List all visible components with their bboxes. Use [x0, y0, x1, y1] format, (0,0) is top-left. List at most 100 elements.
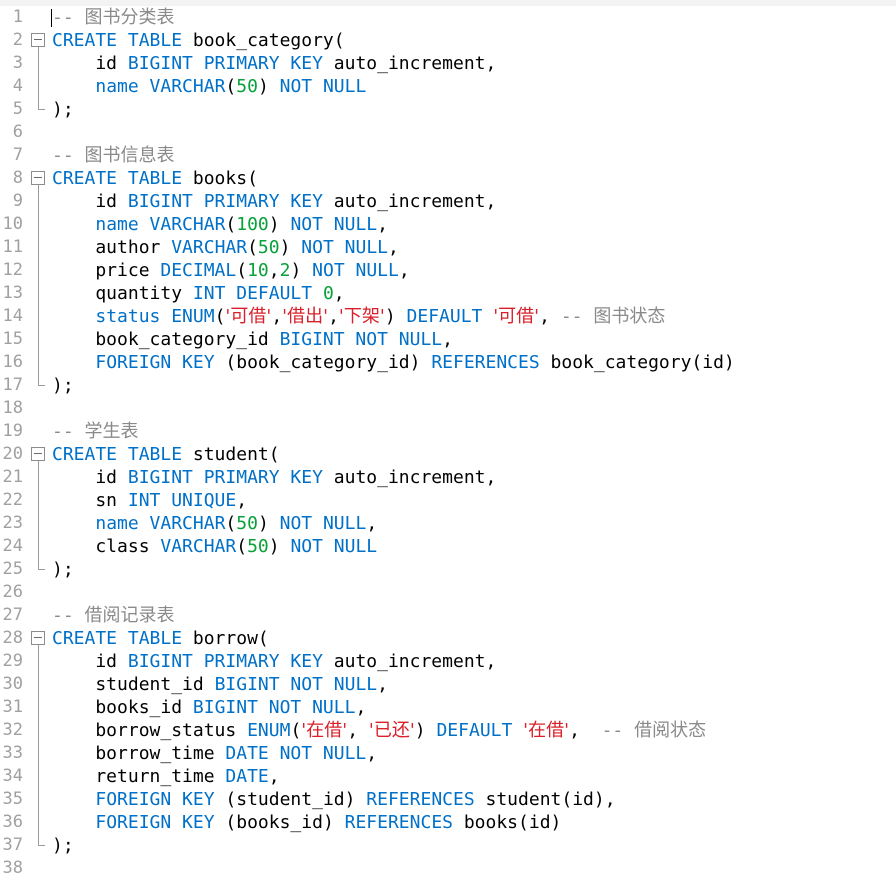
line-number: 6 — [12, 122, 23, 142]
identifier-token: books(id) — [453, 812, 562, 833]
keyword-token: DECIMAL — [160, 260, 237, 281]
code-text: -- 借阅记录表 — [52, 604, 175, 627]
keyword-token: NOT NULL — [312, 260, 399, 281]
keyword-token: INT DEFAULT — [192, 283, 313, 304]
code-line[interactable]: 25); — [0, 558, 896, 581]
code-line[interactable]: 2 CREATE TABLE book_category( — [0, 29, 896, 52]
fold-collapse-icon[interactable] — [30, 29, 46, 52]
comment-token: -- 学生表 — [52, 421, 139, 442]
code-line[interactable]: 12 price DECIMAL(10,2) NOT NULL, — [0, 259, 896, 282]
code-line[interactable]: 7 -- 图书信息表 — [0, 144, 896, 167]
identifier-token — [512, 720, 523, 741]
code-line[interactable]: 9 id BIGINT PRIMARY KEY auto_increment, — [0, 190, 896, 213]
identifier-token: auto_increment, — [322, 651, 497, 672]
code-line[interactable]: 23 name VARCHAR(50) NOT NULL, — [0, 512, 896, 535]
code-line[interactable]: 3 id BIGINT PRIMARY KEY auto_increment, — [0, 52, 896, 75]
code-text: ); — [52, 374, 74, 397]
line-number: 30 — [2, 674, 23, 694]
code-text: id BIGINT PRIMARY KEY auto_increment, — [52, 190, 496, 213]
fold-collapse-icon[interactable] — [30, 167, 46, 190]
identifier-token: ) — [290, 260, 313, 281]
code-text: return_time DATE, — [52, 765, 279, 788]
line-number: 35 — [2, 789, 23, 809]
code-line[interactable]: 11 author VARCHAR(50) NOT NULL, — [0, 236, 896, 259]
code-line[interactable]: 36 FOREIGN KEY (books_id) REFERENCES boo… — [0, 811, 896, 834]
fold-guide-line — [30, 259, 46, 282]
string-token: '在借' — [523, 720, 570, 741]
code-line[interactable]: 28 CREATE TABLE borrow( — [0, 627, 896, 650]
fold-collapse-icon[interactable] — [30, 443, 46, 466]
identifier-token: ) — [384, 306, 407, 327]
keyword-token: DEFAULT — [436, 720, 513, 741]
string-token: '在借' — [301, 720, 348, 741]
identifier-token: , — [388, 237, 399, 258]
code-text: status ENUM('可借','借出','下架') DEFAULT '可借'… — [52, 305, 665, 328]
code-line[interactable]: 35 FOREIGN KEY (student_id) REFERENCES s… — [0, 788, 896, 811]
fold-collapse-icon[interactable] — [30, 627, 46, 650]
identifier-token: ) — [414, 720, 437, 741]
identifier-token: ( — [225, 214, 237, 235]
identifier-token — [52, 789, 95, 810]
line-number: 2 — [12, 30, 23, 50]
identifier-token: , — [268, 260, 280, 281]
fold-guide-line — [30, 742, 46, 765]
code-line[interactable]: 6 — [0, 121, 896, 144]
line-number: 1 — [12, 7, 23, 27]
fold-guide-line — [30, 696, 46, 719]
keyword-token: DATE NOT NULL — [225, 743, 367, 764]
code-text: quantity INT DEFAULT 0, — [52, 282, 345, 305]
code-line[interactable]: 29 id BIGINT PRIMARY KEY auto_increment, — [0, 650, 896, 673]
code-line[interactable]: 32 borrow_status ENUM('在借', '已还') DEFAUL… — [0, 719, 896, 742]
code-line[interactable]: 17); — [0, 374, 896, 397]
code-line[interactable]: 21 id BIGINT PRIMARY KEY auto_increment, — [0, 466, 896, 489]
code-line[interactable]: 20 CREATE TABLE student( — [0, 443, 896, 466]
code-text: CREATE TABLE book_category( — [52, 29, 345, 52]
identifier-token: book_category(id) — [539, 352, 735, 373]
line-number: 11 — [2, 237, 23, 257]
code-line[interactable]: 34 return_time DATE, — [0, 765, 896, 788]
code-line[interactable]: 26 — [0, 581, 896, 604]
identifier-token: , — [333, 283, 345, 304]
code-line[interactable]: 31 books_id BIGINT NOT NULL, — [0, 696, 896, 719]
identifier-token: books_id — [52, 697, 193, 718]
code-line[interactable]: 8 CREATE TABLE books( — [0, 167, 896, 190]
fold-guide-line — [30, 489, 46, 512]
number-token: 50 — [236, 513, 258, 534]
code-line[interactable]: 19 -- 学生表 — [0, 420, 896, 443]
code-line[interactable]: 4 name VARCHAR(50) NOT NULL — [0, 75, 896, 98]
fold-guide-line — [30, 351, 46, 374]
code-editor[interactable]: 1 -- 图书分类表 2 CREATE TABLE book_category(3 i… — [0, 6, 896, 878]
code-line[interactable]: 24 class VARCHAR(50) NOT NULL — [0, 535, 896, 558]
code-line[interactable]: 16 FOREIGN KEY (book_category_id) REFERE… — [0, 351, 896, 374]
identifier-token: id — [52, 651, 128, 672]
code-text: price DECIMAL(10,2) NOT NULL, — [52, 259, 410, 282]
fold-guide-line — [30, 535, 46, 558]
code-line[interactable]: 18 — [0, 397, 896, 420]
comment-token: -- 图书状态 — [560, 306, 666, 327]
identifier-token: , — [398, 260, 410, 281]
fold-guide-line — [30, 213, 46, 236]
fold-guide-line — [30, 190, 46, 213]
code-line[interactable]: 5); — [0, 98, 896, 121]
code-line[interactable]: 1 -- 图书分类表 — [0, 6, 896, 29]
code-text: FOREIGN KEY (book_category_id) REFERENCE… — [52, 351, 735, 374]
code-line[interactable]: 30 student_id BIGINT NOT NULL, — [0, 673, 896, 696]
code-line[interactable]: 37); — [0, 834, 896, 857]
code-line[interactable]: 38 — [0, 857, 896, 880]
code-line[interactable]: 33 borrow_time DATE NOT NULL, — [0, 742, 896, 765]
identifier-token: , — [569, 720, 602, 741]
line-number: 27 — [2, 605, 23, 625]
identifier-token — [312, 283, 323, 304]
code-line[interactable]: 14 status ENUM('可借','借出','下架') DEFAULT '… — [0, 305, 896, 328]
code-line[interactable]: 27 -- 借阅记录表 — [0, 604, 896, 627]
string-token: '可借' — [493, 306, 540, 327]
identifier-token: book_category( — [182, 30, 345, 51]
code-text: CREATE TABLE books( — [52, 167, 258, 190]
identifier-token: , — [377, 214, 388, 235]
code-line[interactable]: 10 name VARCHAR(100) NOT NULL, — [0, 213, 896, 236]
fold-guide-line — [30, 305, 46, 328]
identifier-token: , — [539, 306, 561, 327]
code-line[interactable]: 22 sn INT UNIQUE, — [0, 489, 896, 512]
code-line[interactable]: 13 quantity INT DEFAULT 0, — [0, 282, 896, 305]
code-line[interactable]: 15 book_category_id BIGINT NOT NULL, — [0, 328, 896, 351]
